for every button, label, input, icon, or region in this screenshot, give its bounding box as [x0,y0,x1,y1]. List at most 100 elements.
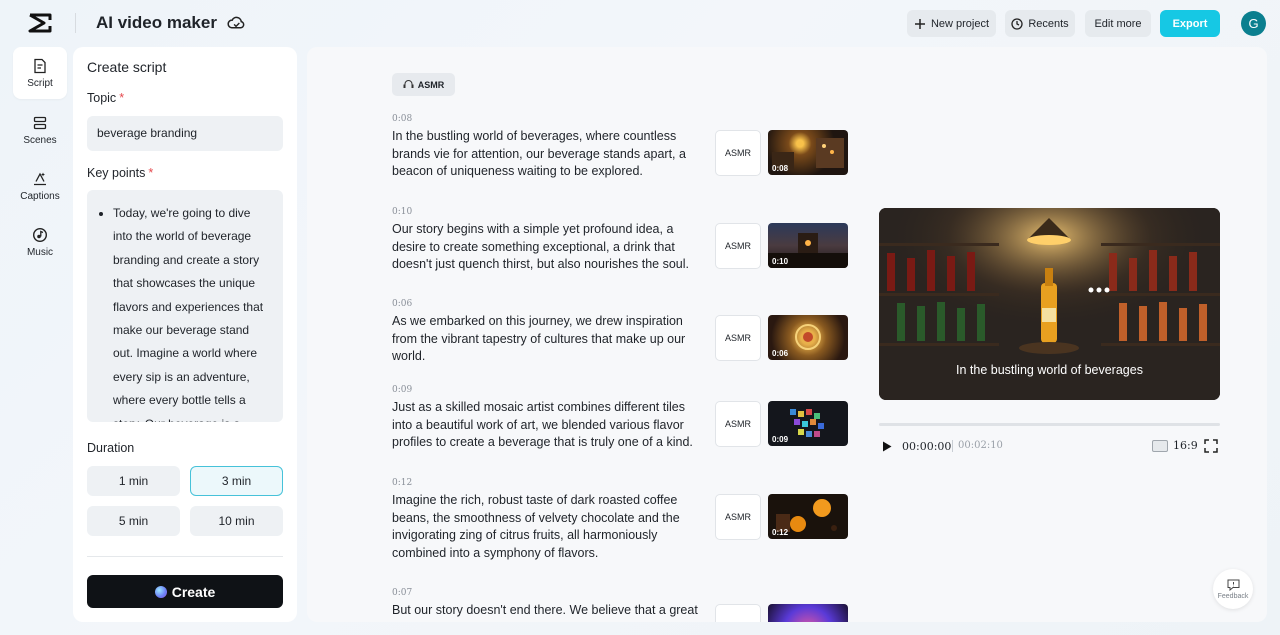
thumbnail-time: 0:10 [772,257,789,266]
create-button[interactable]: Create [87,575,283,608]
scene-voice-button[interactable]: ASMR [715,401,761,447]
video-preview[interactable]: In the bustling world of beverages [879,208,1220,400]
thumbnail-time: 0:12 [772,528,789,537]
scene-row[interactable]: 0:06 As we embarked on this journey, we … [392,299,862,366]
required-mark: * [119,91,125,105]
script-icon [34,58,46,73]
nav-item-captions[interactable]: Captions [13,160,67,212]
video-caption: In the bustling world of beverages [956,363,1143,377]
key-points-textarea[interactable]: Today, we're going to dive into the worl… [87,190,283,422]
app-title: AI video maker [96,13,217,32]
scene-voice-button[interactable] [715,604,761,622]
scene-voice-button[interactable]: ASMR [715,494,761,540]
new-project-button[interactable]: New project [907,10,996,37]
fullscreen-icon[interactable] [1204,439,1218,453]
top-bar: AI video maker New project Recents Edit … [0,0,1280,46]
feedback-button[interactable]: Feedback [1213,569,1253,609]
export-label: Export [1172,17,1208,30]
music-icon [32,227,48,242]
capcut-logo-icon[interactable] [28,12,52,34]
scene-thumbnail[interactable]: 0:08 [768,130,848,175]
captions-icon [34,172,46,185]
user-avatar[interactable]: G [1241,11,1266,36]
scene-row[interactable]: 0:09 Just as a skilled mosaic artist com… [392,385,862,452]
play-icon[interactable] [882,441,892,452]
nav-item-script[interactable]: Script [13,47,67,99]
key-points-list: Today, we're going to dive into the worl… [101,202,269,422]
scene-thumbnail[interactable]: 0:06 [768,315,848,360]
duration-1-min-button[interactable]: 1 min [87,466,180,496]
time-separator [952,440,953,452]
export-button[interactable]: Export [1160,10,1220,37]
voice-head-icon [403,80,414,88]
playback-progress-bar[interactable] [879,423,1220,426]
duration-10-min-button[interactable]: 10 min [190,506,283,536]
key-points-label-text: Key points [87,166,146,180]
scene-text[interactable]: But our story doesn't end there. We beli… [392,602,707,620]
scene-duration: 0:12 [392,478,413,488]
edit-more-label: Edit more [1094,17,1142,30]
create-script-panel: Create script Topic * beverage branding K… [73,47,297,622]
duration-3-min-button[interactable]: 3 min [190,466,283,496]
recents-button[interactable]: Recents [1005,10,1075,37]
new-project-label: New project [930,17,990,30]
header-divider [75,13,76,33]
thumbnail-time: 0:06 [772,349,789,358]
sparkle-orb-icon [154,585,167,598]
thumbnail-time: 0:08 [772,164,789,173]
scene-duration: 0:09 [392,385,413,395]
scene-row[interactable]: 0:08 In the bustling world of beverages,… [392,114,862,181]
scene-text[interactable]: In the bustling world of beverages, wher… [392,128,707,181]
scene-voice-button[interactable]: ASMR [715,315,761,361]
scene-text[interactable]: Just as a skilled mosaic artist combines… [392,399,707,452]
aspect-ratio-label[interactable]: 16:9 [1173,439,1198,452]
topic-label: Topic * [87,91,124,105]
current-time: 00:00:00 [902,440,952,453]
scene-thumbnail[interactable]: 0:10 [768,223,848,268]
voice-style-chip[interactable]: ASMR [392,73,455,96]
key-points-label: Key points * [87,166,153,180]
scene-voice-button[interactable]: ASMR [715,223,761,269]
nav-item-music[interactable]: Music [13,216,67,268]
scene-voice-button[interactable]: ASMR [715,130,761,176]
edit-more-button[interactable]: Edit more [1085,10,1151,37]
scene-row[interactable]: 0:07 But our story doesn't end there. We… [392,588,862,622]
scene-thumbnail[interactable]: 0:09 [768,401,848,446]
scene-duration: 0:08 [392,114,413,124]
required-mark: * [148,166,154,180]
nav-label-script: Script [27,77,53,89]
main-editor: ASMR 0:08 In the bustling world of bever… [307,47,1267,622]
panel-title: Create script [87,59,167,75]
scene-text[interactable]: Our story begins with a simple yet profo… [392,221,707,274]
scene-thumbnail[interactable] [768,604,848,622]
scene-thumbnail[interactable]: 0:12 [768,494,848,539]
scenes-icon [33,116,47,129]
feedback-icon [1227,579,1239,591]
topic-label-text: Topic [87,91,117,105]
duration-label: Duration [87,441,135,455]
scene-text[interactable]: Imagine the rich, robust taste of dark r… [392,492,707,562]
clock-icon [1011,17,1023,30]
scene-text[interactable]: As we embarked on this journey, we drew … [392,313,707,366]
cloud-sync-icon[interactable] [227,14,246,32]
create-label: Create [171,583,216,600]
duration-5-min-button[interactable]: 5 min [87,506,180,536]
key-point-item: Today, we're going to dive into the worl… [113,202,269,422]
total-time: 00:02:10 [958,440,1003,451]
nav-item-scenes[interactable]: Scenes [13,104,67,156]
scene-row[interactable]: 0:12 Imagine the rich, robust taste of d… [392,478,862,562]
feedback-label: Feedback [1217,592,1249,600]
topic-input[interactable]: beverage branding [87,116,283,151]
aspect-ratio-icon[interactable] [1152,440,1168,452]
scene-row[interactable]: 0:10 Our story begins with a simple yet … [392,207,862,274]
nav-label-scenes: Scenes [23,134,57,146]
panel-divider [87,556,283,557]
nav-label-music: Music [26,246,54,258]
nav-label-captions: Captions [20,190,60,202]
plus-icon [914,18,925,29]
recents-label: Recents [1028,17,1069,30]
scene-duration: 0:06 [392,299,413,309]
scene-duration: 0:10 [392,207,413,217]
thumbnail-time: 0:09 [772,435,789,444]
voice-style-label: ASMR [417,79,445,90]
